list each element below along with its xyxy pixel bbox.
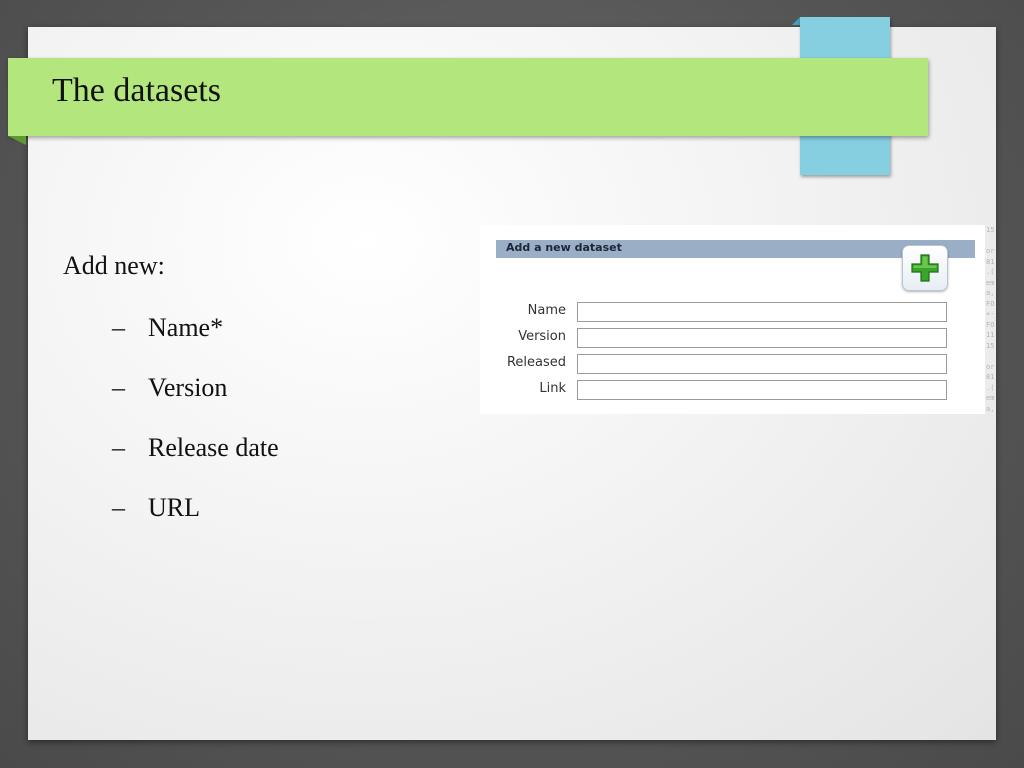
bullet-item: – Name* — [112, 312, 279, 372]
background-code-strip: 15 or 81 .( em a, FO +- FO 11 15 or 81 .… — [986, 226, 995, 413]
intro-text: Add new: — [63, 251, 165, 280]
bullet-marker: – — [112, 433, 125, 462]
dataset-form-screenshot: Add a new dataset Name Version Released … — [480, 225, 985, 414]
name-input[interactable] — [577, 302, 947, 322]
bullet-marker: – — [112, 493, 125, 522]
accent-tab-fold — [792, 17, 800, 25]
bullet-item: – URL — [112, 492, 279, 552]
bullet-text: Name* — [148, 313, 224, 342]
link-label: Link — [539, 381, 566, 396]
bullet-text: Version — [148, 373, 228, 402]
plus-icon — [911, 254, 939, 282]
slide-title: The datasets — [52, 72, 221, 109]
title-band-fold — [8, 136, 26, 145]
bullet-item: – Version — [112, 372, 279, 432]
version-label: Version — [518, 329, 566, 344]
field-row-released: Released — [480, 354, 985, 376]
link-input[interactable] — [577, 380, 947, 400]
bullet-marker: – — [112, 373, 125, 402]
bullet-list: – Name* – Version – Release date – URL — [112, 312, 279, 552]
bullet-text: Release date — [148, 433, 279, 462]
field-row-version: Version — [480, 328, 985, 350]
bullet-item: – Release date — [112, 432, 279, 492]
bullet-text: URL — [148, 493, 200, 522]
bullet-marker: – — [112, 313, 125, 342]
released-input[interactable] — [577, 354, 947, 374]
field-row-link: Link — [480, 380, 985, 402]
version-input[interactable] — [577, 328, 947, 348]
released-label: Released — [506, 355, 566, 370]
name-label: Name — [527, 303, 566, 318]
field-row-name: Name — [480, 302, 985, 324]
add-dataset-button[interactable] — [902, 245, 948, 291]
